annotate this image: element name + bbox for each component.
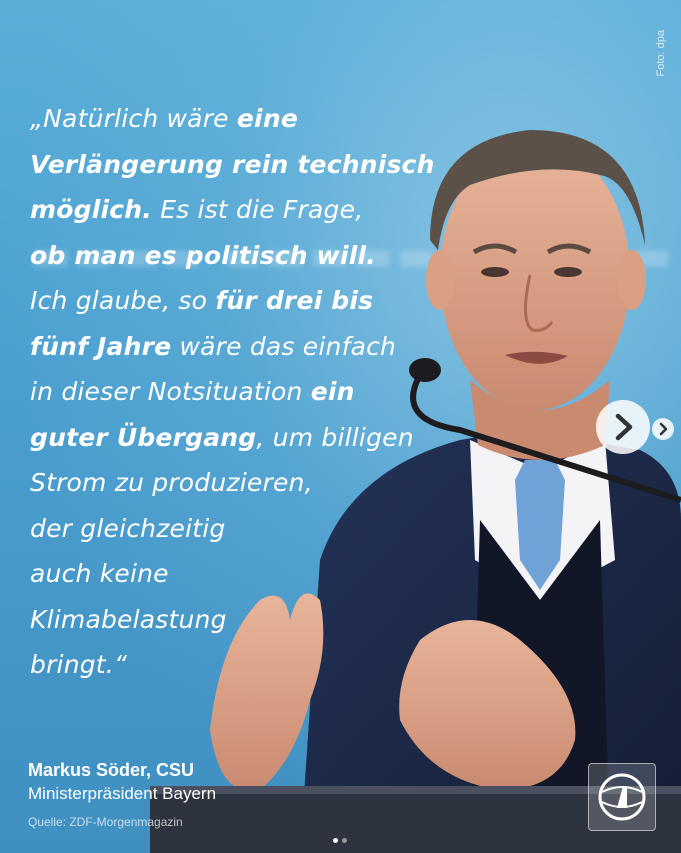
carousel-indicator: [333, 838, 347, 843]
quote-line: guter Übergang, um billigen: [30, 415, 450, 461]
quote-emphasis: eine: [236, 104, 298, 133]
quote-run: , um billigen: [256, 422, 414, 452]
photo-credit: Foto: dpa: [655, 30, 667, 77]
quote-line: Ich glaube, so für drei bis: [30, 278, 450, 324]
quote-emphasis: ein: [310, 377, 355, 406]
quote-run: wäre das einfach: [171, 331, 397, 361]
carousel-dot[interactable]: [333, 838, 338, 843]
quote-run: der gleichzeitig: [30, 513, 226, 543]
quote-run: Klimabelastung: [30, 604, 227, 634]
broadcaster-logo: [588, 763, 656, 831]
quote-line: auch keine: [30, 551, 450, 597]
quote-line: Klimabelastung: [30, 597, 450, 643]
quote-emphasis: fünf Jahre: [30, 331, 172, 361]
quote-text: „Natürlich wäre eine Verlängerung rein te…: [30, 96, 450, 688]
quote-line: „Natürlich wäre eine: [30, 96, 450, 142]
quote-emphasis: Verlängerung rein technisch: [30, 149, 435, 179]
quote-emphasis: guter Übergang: [30, 422, 257, 452]
quote-run: bringt.“: [30, 650, 128, 679]
speaker-role: Ministerpräsident Bayern: [28, 784, 217, 803]
chevron-right-icon: [615, 413, 633, 441]
quote-line: Verlängerung rein technisch: [30, 142, 450, 188]
next-slide-small-button[interactable]: [652, 418, 674, 440]
chevron-right-small-icon: [659, 422, 668, 436]
quote-line: der gleichzeitig: [30, 506, 450, 552]
quote-run: „Natürlich wäre: [30, 104, 237, 133]
quote-run: Ich glaube, so: [30, 286, 216, 315]
quote-run: auch keine: [30, 559, 169, 588]
quote-line: bringt.“: [30, 642, 450, 688]
source-credit: Quelle: ZDF-Morgenmagazin: [28, 815, 183, 829]
quote-emphasis: ob man es politisch will.: [30, 240, 376, 270]
quote-run: Strom zu produzieren,: [30, 468, 313, 497]
quote-emphasis: für drei bis: [215, 286, 374, 315]
next-slide-button[interactable]: [596, 400, 650, 454]
ard-logo-icon: [598, 773, 646, 821]
quote-line: möglich. Es ist die Frage,: [30, 187, 450, 233]
quote-line: ob man es politisch will.: [30, 233, 450, 279]
quote-run: Es ist die Frage,: [151, 195, 364, 224]
speaker-name: Markus Söder, CSU: [28, 760, 195, 780]
quote-run: in dieser Notsituation: [30, 377, 311, 406]
carousel-dot[interactable]: [342, 838, 347, 843]
quote-line: fünf Jahre wäre das einfach: [30, 324, 450, 370]
quote-line: in dieser Notsituation ein: [30, 369, 450, 415]
quote-emphasis: möglich.: [30, 195, 152, 224]
quote-line: Strom zu produzieren,: [30, 460, 450, 506]
